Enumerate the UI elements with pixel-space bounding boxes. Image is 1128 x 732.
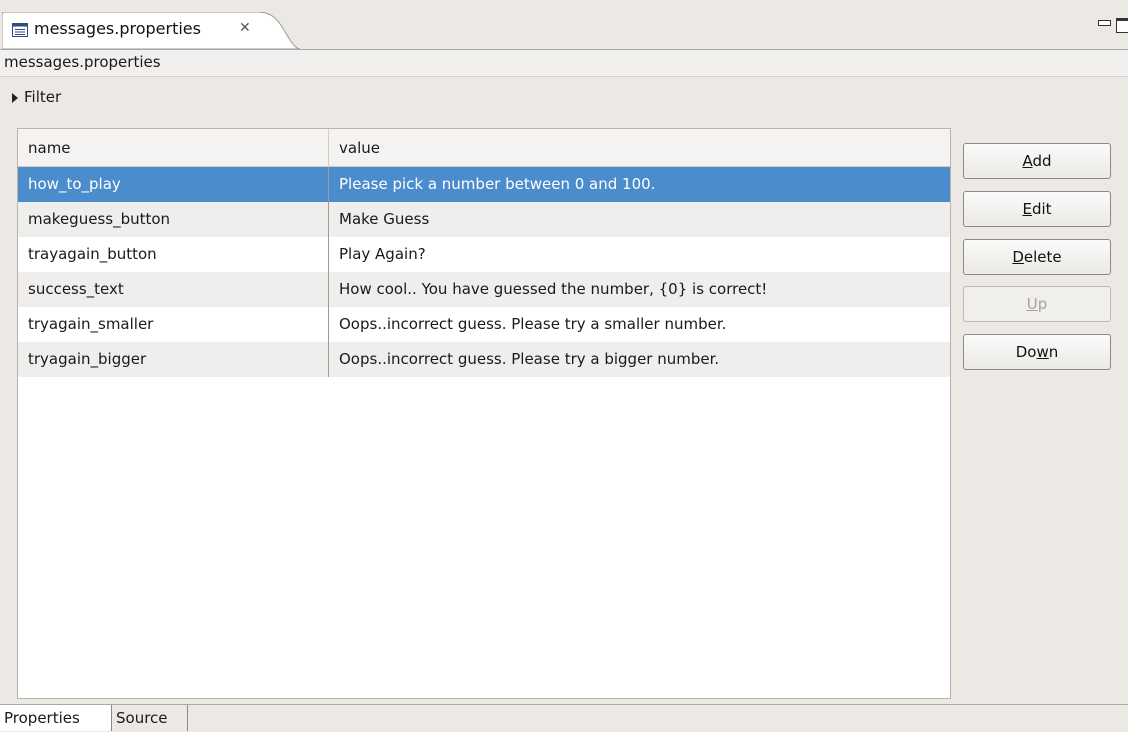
up-mnemonic: U (1026, 295, 1038, 313)
row-name-cell[interactable]: tryagain_bigger (18, 342, 329, 377)
properties-table[interactable]: name value how_to_play Please pick a num… (17, 128, 951, 699)
down-label: n (1048, 343, 1059, 361)
row-name-cell[interactable]: tryagain_smaller (18, 307, 329, 342)
editor-page-tabs: Properties Source (0, 704, 1128, 732)
page-title: messages.properties (4, 53, 161, 71)
tab-title: messages.properties (34, 19, 201, 38)
row-value-cell[interactable]: How cool.. You have guessed the number, … (329, 272, 950, 307)
down-label-pre: Do (1015, 343, 1037, 361)
add-label: dd (1032, 152, 1052, 170)
table-row[interactable]: makeguess_button Make Guess (18, 202, 950, 237)
add-mnemonic: A (1022, 152, 1033, 170)
table-header: name value (18, 129, 950, 167)
row-value-cell[interactable]: Please pick a number between 0 and 100. (329, 167, 950, 202)
row-name-cell[interactable]: success_text (18, 272, 329, 307)
delete-button[interactable]: Delete (963, 239, 1111, 275)
up-button[interactable]: Up (963, 286, 1111, 322)
tab-properties[interactable]: Properties (0, 705, 112, 731)
minimize-icon[interactable] (1098, 20, 1111, 26)
down-mnemonic: w (1036, 343, 1049, 361)
delete-mnemonic: D (1012, 248, 1024, 266)
editor-header: messages.properties (0, 50, 1128, 77)
view-controls (1088, 18, 1128, 33)
column-header-value[interactable]: value (329, 129, 950, 166)
close-icon[interactable]: ✕ (239, 20, 251, 36)
table-row[interactable]: success_text How cool.. You have guessed… (18, 272, 950, 307)
expand-triangle-icon (12, 93, 18, 103)
delete-label: elete (1023, 248, 1062, 266)
tab-source[interactable]: Source (112, 705, 188, 731)
row-value-cell[interactable]: Make Guess (329, 202, 950, 237)
row-name-cell[interactable]: how_to_play (18, 167, 329, 202)
properties-file-icon (12, 23, 28, 37)
down-button[interactable]: Down (963, 334, 1111, 370)
table-row[interactable]: tryagain_smaller Oops..incorrect guess. … (18, 307, 950, 342)
edit-label: dit (1031, 200, 1052, 218)
edit-button[interactable]: Edit (963, 191, 1111, 227)
row-name-cell[interactable]: makeguess_button (18, 202, 329, 237)
table-row[interactable]: how_to_play Please pick a number between… (18, 167, 950, 202)
row-value-cell[interactable]: Play Again? (329, 237, 950, 272)
table-row[interactable]: trayagain_button Play Again? (18, 237, 950, 272)
add-button[interactable]: Add (963, 143, 1111, 179)
editor-tab-bar: messages.properties ✕ (0, 0, 1128, 50)
maximize-icon[interactable] (1116, 18, 1128, 33)
row-name-cell[interactable]: trayagain_button (18, 237, 329, 272)
edit-mnemonic: E (1022, 200, 1032, 218)
editor-tab[interactable]: messages.properties ✕ (2, 12, 300, 49)
column-header-name[interactable]: name (18, 129, 329, 166)
table-row[interactable]: tryagain_bigger Oops..incorrect guess. P… (18, 342, 950, 377)
row-value-cell[interactable]: Oops..incorrect guess. Please try a bigg… (329, 342, 950, 377)
up-label: p (1037, 295, 1048, 313)
filter-label: Filter (24, 88, 62, 106)
row-value-cell[interactable]: Oops..incorrect guess. Please try a smal… (329, 307, 950, 342)
